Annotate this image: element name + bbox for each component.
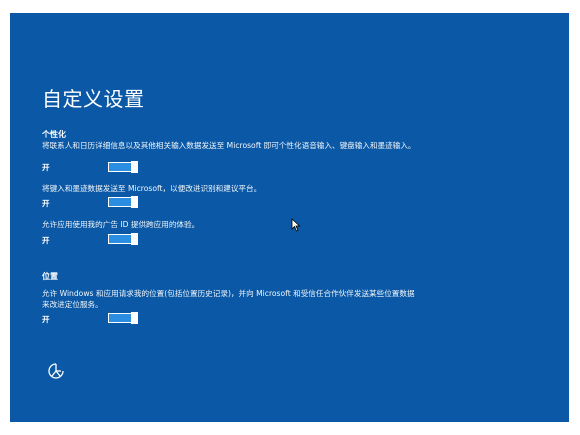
toggle-knob [131, 233, 138, 245]
mouse-pointer-icon [291, 217, 301, 232]
location-item-1-description: 允许 Windows 和应用请求我的位置(包括位置历史记录)，并向 Micros… [42, 289, 415, 309]
location-heading: 位置 [42, 272, 58, 281]
personalization-item-2-description: 将键入和墨迹数据发送至 Microsoft，以便改进识别和建议平台。 [42, 184, 262, 193]
location-item-1-state-label: 开 [42, 315, 50, 324]
personalization-item-3-toggle[interactable] [108, 233, 138, 245]
page-title: 自定义设置 [42, 87, 145, 111]
personalization-item-1-description: 将联系人和日历详细信息以及其他相关输入数据发送至 Microsoft 即可个性化… [42, 141, 416, 150]
toggle-knob [131, 312, 138, 324]
location-item-1-toggle[interactable] [108, 312, 138, 324]
toggle-knob [131, 161, 138, 173]
personalization-item-2-toggle[interactable] [108, 196, 138, 208]
personalization-item-3-state-label: 开 [42, 236, 50, 245]
setup-screen: 自定义设置 个性化 将联系人和日历详细信息以及其他相关输入数据发送至 Micro… [10, 13, 569, 422]
personalization-item-1-state-label: 开 [42, 163, 50, 172]
personalization-item-2-state-label: 开 [42, 199, 50, 208]
personalization-item-1-toggle[interactable] [108, 161, 138, 173]
personalization-item-3-description: 允许应用使用我的广告 ID 提供跨应用的体验。 [42, 220, 200, 229]
personalization-heading: 个性化 [42, 130, 66, 139]
ease-of-access-icon[interactable] [46, 361, 66, 381]
toggle-knob [131, 196, 138, 208]
